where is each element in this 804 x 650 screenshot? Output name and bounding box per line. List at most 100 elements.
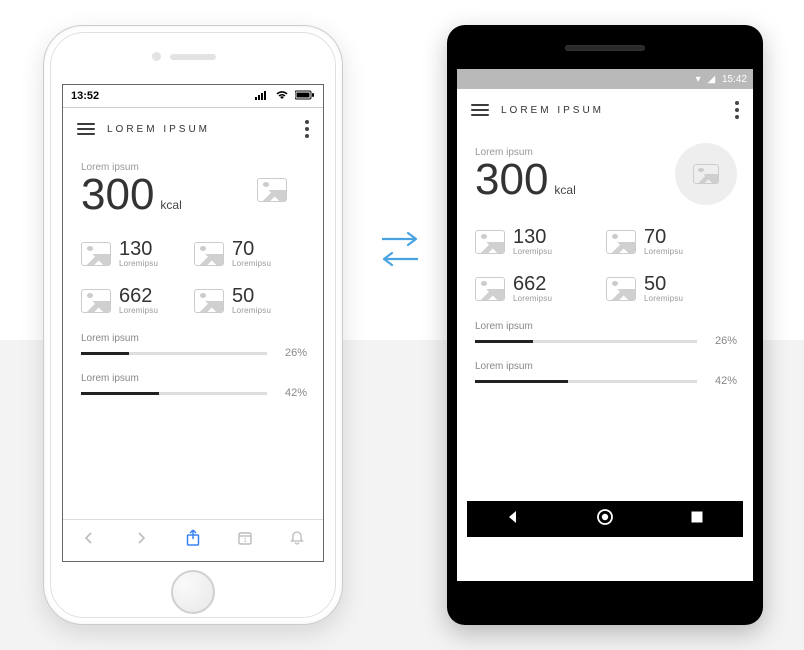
more-icon[interactable]: [305, 120, 311, 138]
ios-page-title: LOREM IPSUM: [107, 124, 210, 135]
stat-value: 130: [513, 227, 552, 247]
menu-icon[interactable]: [77, 120, 95, 138]
progress-label: Lorem ipsum: [81, 333, 307, 344]
stat-value: 662: [513, 274, 552, 294]
fab-image-button[interactable]: [675, 143, 737, 205]
image-placeholder-icon: [693, 164, 719, 184]
ios-summary-value: 300: [81, 173, 154, 217]
stat-label: Loremipsu: [644, 247, 683, 256]
image-placeholder-icon: [81, 289, 111, 313]
more-icon[interactable]: [735, 101, 741, 119]
stat-label: Loremipsu: [232, 259, 271, 268]
ios-summary: Lorem ipsum 300 kcal: [81, 162, 307, 217]
battery-icon: [295, 91, 315, 103]
signal-icon: ◢: [707, 74, 715, 85]
android-screen: ▾ ◢ 15:42 LOREM IPSUM Lorem ipsum 300 kc…: [457, 69, 753, 581]
android-status-bar: ▾ ◢ 15:42: [457, 69, 753, 89]
progress-pct: 42%: [277, 387, 307, 399]
android-header: LOREM IPSUM: [457, 89, 753, 129]
stat-value: 70: [232, 239, 271, 259]
stat-item: 130Loremipsu: [475, 227, 606, 256]
stat-item: 50Loremipsu: [606, 274, 737, 303]
ios-progress-2: Lorem ipsum 42%: [81, 373, 307, 399]
stat-label: Loremipsu: [119, 259, 158, 268]
back-icon[interactable]: [74, 531, 104, 550]
image-placeholder-icon: [606, 230, 636, 254]
android-progress-2: Lorem ipsum 42%: [475, 361, 737, 387]
stat-label: Loremipsu: [644, 294, 683, 303]
progress-pct: 26%: [707, 335, 737, 347]
android-speaker: [565, 45, 645, 51]
bell-icon[interactable]: [282, 530, 312, 551]
wifi-icon: ▾: [696, 74, 701, 85]
progress-label: Lorem ipsum: [475, 361, 737, 372]
image-placeholder-icon: [475, 277, 505, 301]
stat-item: 70Loremipsu: [606, 227, 737, 256]
signal-icon: [255, 91, 272, 103]
stat-value: 50: [644, 274, 683, 294]
menu-icon[interactable]: [471, 101, 489, 119]
android-recents-button[interactable]: [677, 510, 717, 529]
android-home-button[interactable]: [585, 508, 625, 531]
stat-value: 662: [119, 286, 158, 306]
progress-fill: [475, 340, 533, 343]
stat-item: 70Loremipsu: [194, 239, 307, 268]
swap-arrows-icon: [370, 225, 430, 273]
progress-bar: [475, 340, 697, 343]
progress-bar: [81, 392, 267, 395]
android-back-button[interactable]: [493, 509, 533, 530]
progress-pct: 26%: [277, 347, 307, 359]
ios-summary-unit: kcal: [160, 198, 181, 212]
android-summary-value: 300: [475, 158, 548, 202]
progress-fill: [475, 380, 568, 383]
android-frame: ▾ ◢ 15:42 LOREM IPSUM Lorem ipsum 300 kc…: [447, 25, 763, 625]
progress-pct: 42%: [707, 375, 737, 387]
wifi-icon: [275, 91, 292, 103]
stat-value: 50: [232, 286, 271, 306]
today-icon[interactable]: 1: [230, 530, 260, 551]
ios-progress-1: Lorem ipsum 26%: [81, 333, 307, 359]
iphone-speaker: [170, 54, 216, 60]
stat-item: 130Loremipsu: [81, 239, 194, 268]
android-progress-1: Lorem ipsum 26%: [475, 321, 737, 347]
android-summary-unit: kcal: [554, 183, 575, 197]
ios-stats-grid: 130Loremipsu 70Loremipsu 662Loremipsu 50…: [81, 239, 307, 315]
stat-item: 50Loremipsu: [194, 286, 307, 315]
iphone-frame: 13:52 LOREM IPSUM: [43, 25, 343, 625]
image-placeholder-icon: [194, 242, 224, 266]
stat-value: 130: [119, 239, 158, 259]
image-placeholder-icon: [81, 242, 111, 266]
image-placeholder-icon: [257, 178, 287, 202]
stat-label: Loremipsu: [232, 306, 271, 315]
iphone-screen: 13:52 LOREM IPSUM: [62, 84, 324, 562]
progress-bar: [81, 352, 267, 355]
share-icon[interactable]: [178, 529, 208, 552]
stat-item: 662Loremipsu: [81, 286, 194, 315]
android-stats-grid: 130Loremipsu 70Loremipsu 662Loremipsu 50…: [475, 227, 737, 303]
ios-status-bar: 13:52: [63, 85, 323, 107]
image-placeholder-icon: [475, 230, 505, 254]
iphone-home-button[interactable]: [171, 570, 215, 614]
android-navbar: [467, 501, 743, 537]
svg-text:1: 1: [243, 538, 247, 544]
progress-fill: [81, 352, 129, 355]
ios-tabbar: 1: [63, 519, 323, 561]
progress-label: Lorem ipsum: [81, 373, 307, 384]
android-status-time: 15:42: [722, 74, 747, 85]
progress-fill: [81, 392, 159, 395]
stat-label: Loremipsu: [513, 294, 552, 303]
stat-label: Loremipsu: [513, 247, 552, 256]
iphone-camera: [152, 52, 161, 61]
ios-header: LOREM IPSUM: [63, 108, 323, 148]
image-placeholder-icon: [194, 289, 224, 313]
image-placeholder-icon: [606, 277, 636, 301]
stat-label: Loremipsu: [119, 306, 158, 315]
stat-item: 662Loremipsu: [475, 274, 606, 303]
android-summary: Lorem ipsum 300 kcal: [475, 143, 737, 205]
progress-label: Lorem ipsum: [475, 321, 737, 332]
android-page-title: LOREM IPSUM: [501, 105, 604, 116]
forward-icon[interactable]: [126, 531, 156, 550]
stat-value: 70: [644, 227, 683, 247]
progress-bar: [475, 380, 697, 383]
ios-status-time: 13:52: [71, 90, 99, 102]
